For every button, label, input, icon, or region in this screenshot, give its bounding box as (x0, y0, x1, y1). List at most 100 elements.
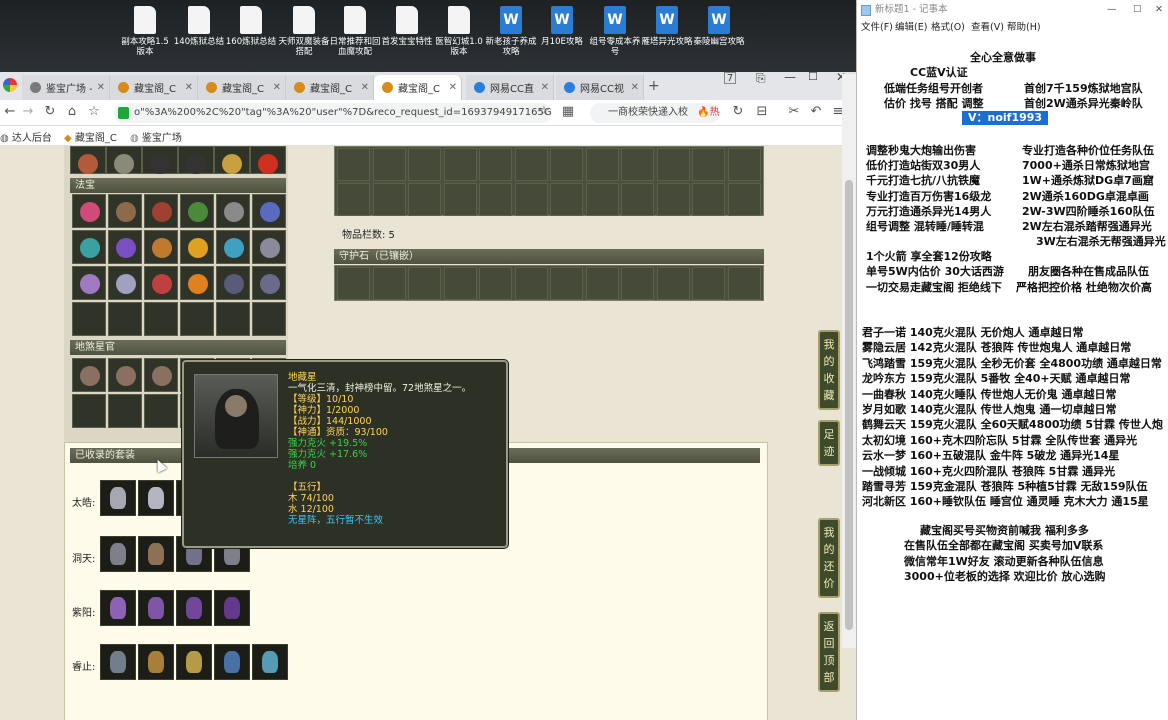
guardian-cell[interactable] (585, 267, 619, 300)
equipment-slot[interactable] (178, 146, 214, 174)
fabao-slot[interactable] (216, 230, 250, 264)
inventory-cell[interactable] (337, 183, 370, 216)
fabao-slot[interactable] (216, 302, 250, 336)
inventory-cell[interactable] (337, 148, 370, 181)
fabao-slot[interactable] (108, 194, 142, 228)
tab-close-icon[interactable]: ✕ (361, 82, 373, 93)
suit-item[interactable] (252, 644, 288, 680)
equipment-slot[interactable] (106, 146, 142, 174)
disha-slot[interactable] (108, 358, 142, 392)
guardian-cell[interactable] (479, 267, 512, 300)
url-input[interactable]: o"%3A%200%2C%20"tag"%3A%20"user"%7D&reco… (114, 103, 552, 123)
inventory-cell[interactable] (479, 148, 512, 181)
maximize-button[interactable]: ☐ (808, 70, 818, 83)
side-button[interactable]: 返 回 顶 部 (818, 612, 840, 692)
disha-slot[interactable] (108, 394, 142, 428)
desktop-icon[interactable]: 日常推荐和回血魔攻配 (328, 6, 382, 57)
notepad-menu-item[interactable]: 格式(O) (931, 20, 965, 36)
desktop-icon[interactable]: 医智幻城1.0版本 (432, 6, 486, 57)
inventory-cell[interactable] (656, 148, 690, 181)
guardian-cell[interactable] (337, 267, 370, 300)
inventory-cell[interactable] (408, 148, 441, 181)
back-icon[interactable]: ← (2, 104, 18, 120)
bookmark-item[interactable]: ◍ 鉴宝广场 (130, 129, 182, 144)
suit-item[interactable] (100, 536, 136, 572)
translate-icon[interactable]: ⊟ (754, 104, 770, 120)
fabao-slot[interactable] (252, 194, 286, 228)
side-button[interactable]: 我 的 收 藏 (818, 330, 840, 410)
apps-icon[interactable]: ▦ (560, 104, 576, 120)
inventory-cell[interactable] (479, 183, 512, 216)
inventory-cell[interactable] (514, 148, 548, 181)
fabao-slot[interactable] (180, 266, 214, 300)
inventory-cell[interactable] (372, 183, 406, 216)
guardian-cell[interactable] (443, 267, 477, 300)
inventory-cell[interactable] (443, 183, 477, 216)
equipment-slot[interactable] (142, 146, 178, 174)
fabao-slot[interactable] (144, 266, 178, 300)
browser-tab[interactable]: 鉴宝广场 - ✕ (22, 75, 110, 100)
browser-tab[interactable]: 网易CC视 ✕ (556, 75, 644, 100)
notepad-close-button[interactable]: ✕ (1155, 0, 1163, 20)
fabao-slot[interactable] (108, 266, 142, 300)
inventory-cell[interactable] (692, 148, 725, 181)
guardian-cell[interactable] (408, 267, 441, 300)
fabao-slot[interactable] (144, 302, 178, 336)
browser-tab[interactable]: 藏宝阁_C ✕ (374, 75, 462, 100)
minimize-button[interactable]: — (784, 70, 796, 84)
inventory-cell[interactable] (727, 148, 761, 181)
suit-item[interactable] (100, 480, 136, 516)
bookmark-item[interactable]: ◍ 达人后台 (0, 129, 52, 144)
browser-tab[interactable]: 藏宝阁_C ✕ (198, 75, 286, 100)
inventory-cell[interactable] (585, 148, 619, 181)
notepad-menu-item[interactable]: 帮助(H) (1007, 20, 1041, 36)
inventory-cell[interactable] (443, 148, 477, 181)
fabao-slot[interactable] (216, 194, 250, 228)
guardian-cell[interactable] (514, 267, 548, 300)
scissors-icon[interactable]: ✂ (786, 104, 802, 120)
inventory-cell[interactable] (727, 183, 761, 216)
guardian-cell[interactable] (727, 267, 761, 300)
fabao-slot[interactable] (72, 266, 106, 300)
tab-close-icon[interactable]: ✕ (631, 82, 643, 93)
desktop-icon[interactable]: 140炼狱总结 (172, 6, 226, 47)
side-button[interactable]: 足 迹 (818, 420, 840, 466)
desktop-icon[interactable]: W 秦陵幽宫攻略 (692, 6, 746, 47)
forward-icon[interactable]: → (20, 104, 36, 120)
tab-close-icon[interactable]: ✕ (273, 82, 285, 93)
browser-tab[interactable]: 藏宝阁_C ✕ (286, 75, 374, 100)
tab-close-icon[interactable]: ✕ (97, 82, 109, 93)
tab-close-icon[interactable]: ✕ (541, 82, 553, 93)
notepad-maximize-button[interactable]: ☐ (1133, 0, 1142, 20)
inventory-cell[interactable] (372, 148, 406, 181)
new-tab-button[interactable]: + (648, 78, 660, 94)
undo-icon[interactable]: ↶ (808, 104, 824, 120)
fabao-slot[interactable] (216, 266, 250, 300)
suit-item[interactable] (138, 536, 174, 572)
inventory-cell[interactable] (585, 183, 619, 216)
suit-item[interactable] (138, 590, 174, 626)
desktop-icon[interactable]: W 雁塔异光攻略 (640, 6, 694, 47)
browser-tab[interactable]: 网易CC直 ✕ (466, 75, 554, 100)
fabao-slot[interactable] (180, 230, 214, 264)
fabao-slot[interactable] (108, 302, 142, 336)
suit-item[interactable] (138, 480, 174, 516)
tab-close-icon[interactable]: ✕ (449, 82, 461, 93)
desktop-icon[interactable]: W 组号零成本养号 (588, 6, 642, 57)
suit-item[interactable] (214, 644, 250, 680)
suit-item[interactable] (176, 590, 212, 626)
notepad-menu-item[interactable]: 文件(F) (861, 20, 893, 36)
pin-icon[interactable]: ⎘ (756, 71, 766, 86)
bookmark-star-icon[interactable]: ☆ (536, 104, 552, 120)
inventory-cell[interactable] (550, 183, 583, 216)
fabao-slot[interactable] (180, 302, 214, 336)
suit-item[interactable] (100, 644, 136, 680)
refresh-icon[interactable]: ↻ (730, 104, 746, 120)
search-input[interactable]: 一商校荣快递入校 🔥热搜 (590, 103, 720, 123)
tab-close-icon[interactable]: ✕ (185, 82, 197, 93)
suit-item[interactable] (138, 644, 174, 680)
inventory-cell[interactable] (621, 183, 654, 216)
equipment-slot[interactable] (250, 146, 286, 174)
fabao-slot[interactable] (72, 230, 106, 264)
reload-icon[interactable]: ↻ (42, 104, 58, 120)
